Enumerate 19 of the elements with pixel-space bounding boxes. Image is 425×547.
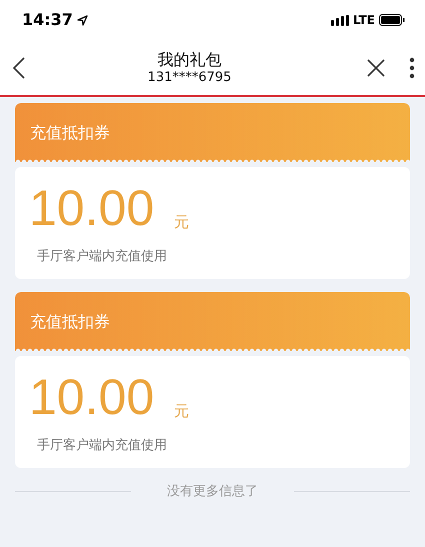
currency-unit: 元 bbox=[174, 212, 190, 232]
end-of-list-text: 没有更多信息了 bbox=[166, 483, 259, 501]
back-icon[interactable] bbox=[12, 56, 26, 78]
close-icon[interactable] bbox=[367, 58, 385, 76]
coupon-amount: 10.00 bbox=[29, 179, 154, 238]
coupon-description: 手厅客户端内充值使用 bbox=[37, 248, 168, 266]
battery-icon bbox=[379, 14, 405, 26]
coupon-title: 充值抵扣券 bbox=[30, 122, 110, 144]
phone-number: 131****6795 bbox=[148, 70, 232, 86]
currency-unit: 元 bbox=[174, 400, 190, 422]
network-type: LTE bbox=[352, 12, 375, 29]
page-title: 我的礼包 bbox=[158, 50, 222, 70]
coupon-amount: 10.00 bbox=[29, 368, 154, 427]
coupon-title: 充值抵扣券 bbox=[30, 310, 110, 332]
location-arrow-icon bbox=[76, 14, 88, 26]
signal-icon bbox=[330, 14, 349, 26]
coupon-description: 手厅客户端内充值使用 bbox=[37, 437, 168, 455]
status-time: 14:37 bbox=[22, 9, 73, 31]
more-icon[interactable] bbox=[409, 56, 415, 78]
